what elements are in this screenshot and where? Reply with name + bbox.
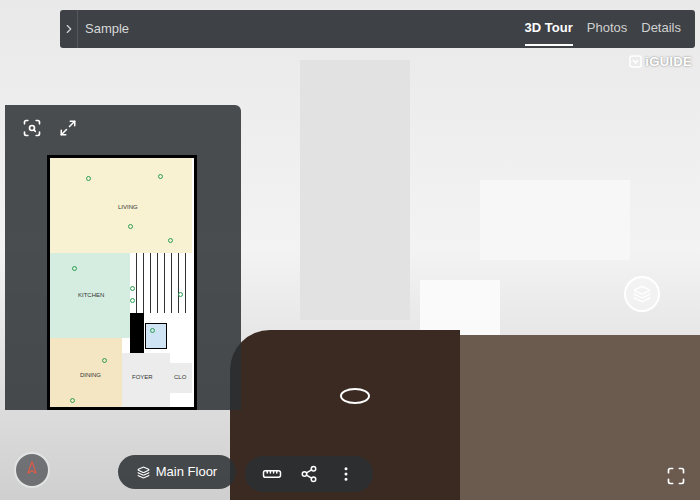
expand-plan-button[interactable] [55, 115, 81, 141]
tabs: 3D Tour Photos Details [525, 12, 681, 46]
viewpoint-dot[interactable] [168, 238, 173, 243]
bathroom [145, 323, 167, 349]
floor-switch-button[interactable] [624, 276, 660, 312]
expand-icon [59, 119, 77, 137]
compass[interactable] [14, 452, 50, 488]
tour-viewer: Sample 3D Tour Photos Details iGUIDE LIVING KI… [0, 0, 700, 500]
room-label: FOYER [132, 374, 153, 380]
room-label: KITCHEN [78, 292, 104, 298]
more-icon[interactable] [337, 465, 355, 483]
viewpoint-dot[interactable] [72, 266, 77, 271]
room-label: DINING [80, 372, 101, 378]
viewpoint-dot[interactable] [150, 328, 155, 333]
wall [130, 313, 144, 353]
listing-title: Sample [85, 19, 129, 39]
viewpoint-dot[interactable] [130, 298, 135, 303]
layers-icon [137, 466, 150, 479]
tab[interactable]: Photos [587, 12, 627, 46]
viewpoint-dot[interactable] [158, 174, 163, 179]
viewpoint-dot[interactable] [128, 224, 133, 229]
minimap-panel: LIVING KITCHEN DINING FOYER CLO [5, 105, 241, 410]
room-label: CLO [174, 374, 186, 380]
fullscreen-icon [666, 466, 686, 486]
viewpoint-dot[interactable] [102, 358, 107, 363]
chevron-right-icon [62, 22, 76, 36]
viewpoint-dot[interactable] [86, 176, 91, 181]
tab[interactable]: 3D Tour [525, 12, 573, 46]
viewpoint-dot[interactable] [130, 286, 135, 291]
top-bar: Sample 3D Tour Photos Details [60, 10, 695, 48]
room-label: LIVING [118, 204, 138, 210]
logo: iGUIDE [629, 52, 692, 72]
share-icon[interactable] [300, 465, 318, 483]
toolbar [245, 456, 373, 492]
viewpoint-dot[interactable] [178, 292, 183, 297]
compass-icon [22, 460, 42, 480]
stairs [130, 253, 192, 313]
expand-sidebar-button[interactable] [60, 10, 78, 48]
fullscreen-button[interactable] [664, 464, 688, 488]
logo-mark-icon [629, 55, 642, 68]
zoom-icon [22, 118, 42, 138]
tab[interactable]: Details [641, 12, 681, 46]
viewpoint-dot[interactable] [70, 398, 75, 403]
ruler-icon[interactable] [259, 461, 284, 486]
zoom-plan-button[interactable] [19, 115, 45, 141]
layers-icon [633, 285, 651, 303]
room [122, 353, 170, 407]
floor-selector[interactable]: Main Floor [118, 455, 236, 489]
floor-plan[interactable]: LIVING KITCHEN DINING FOYER CLO [47, 155, 197, 410]
